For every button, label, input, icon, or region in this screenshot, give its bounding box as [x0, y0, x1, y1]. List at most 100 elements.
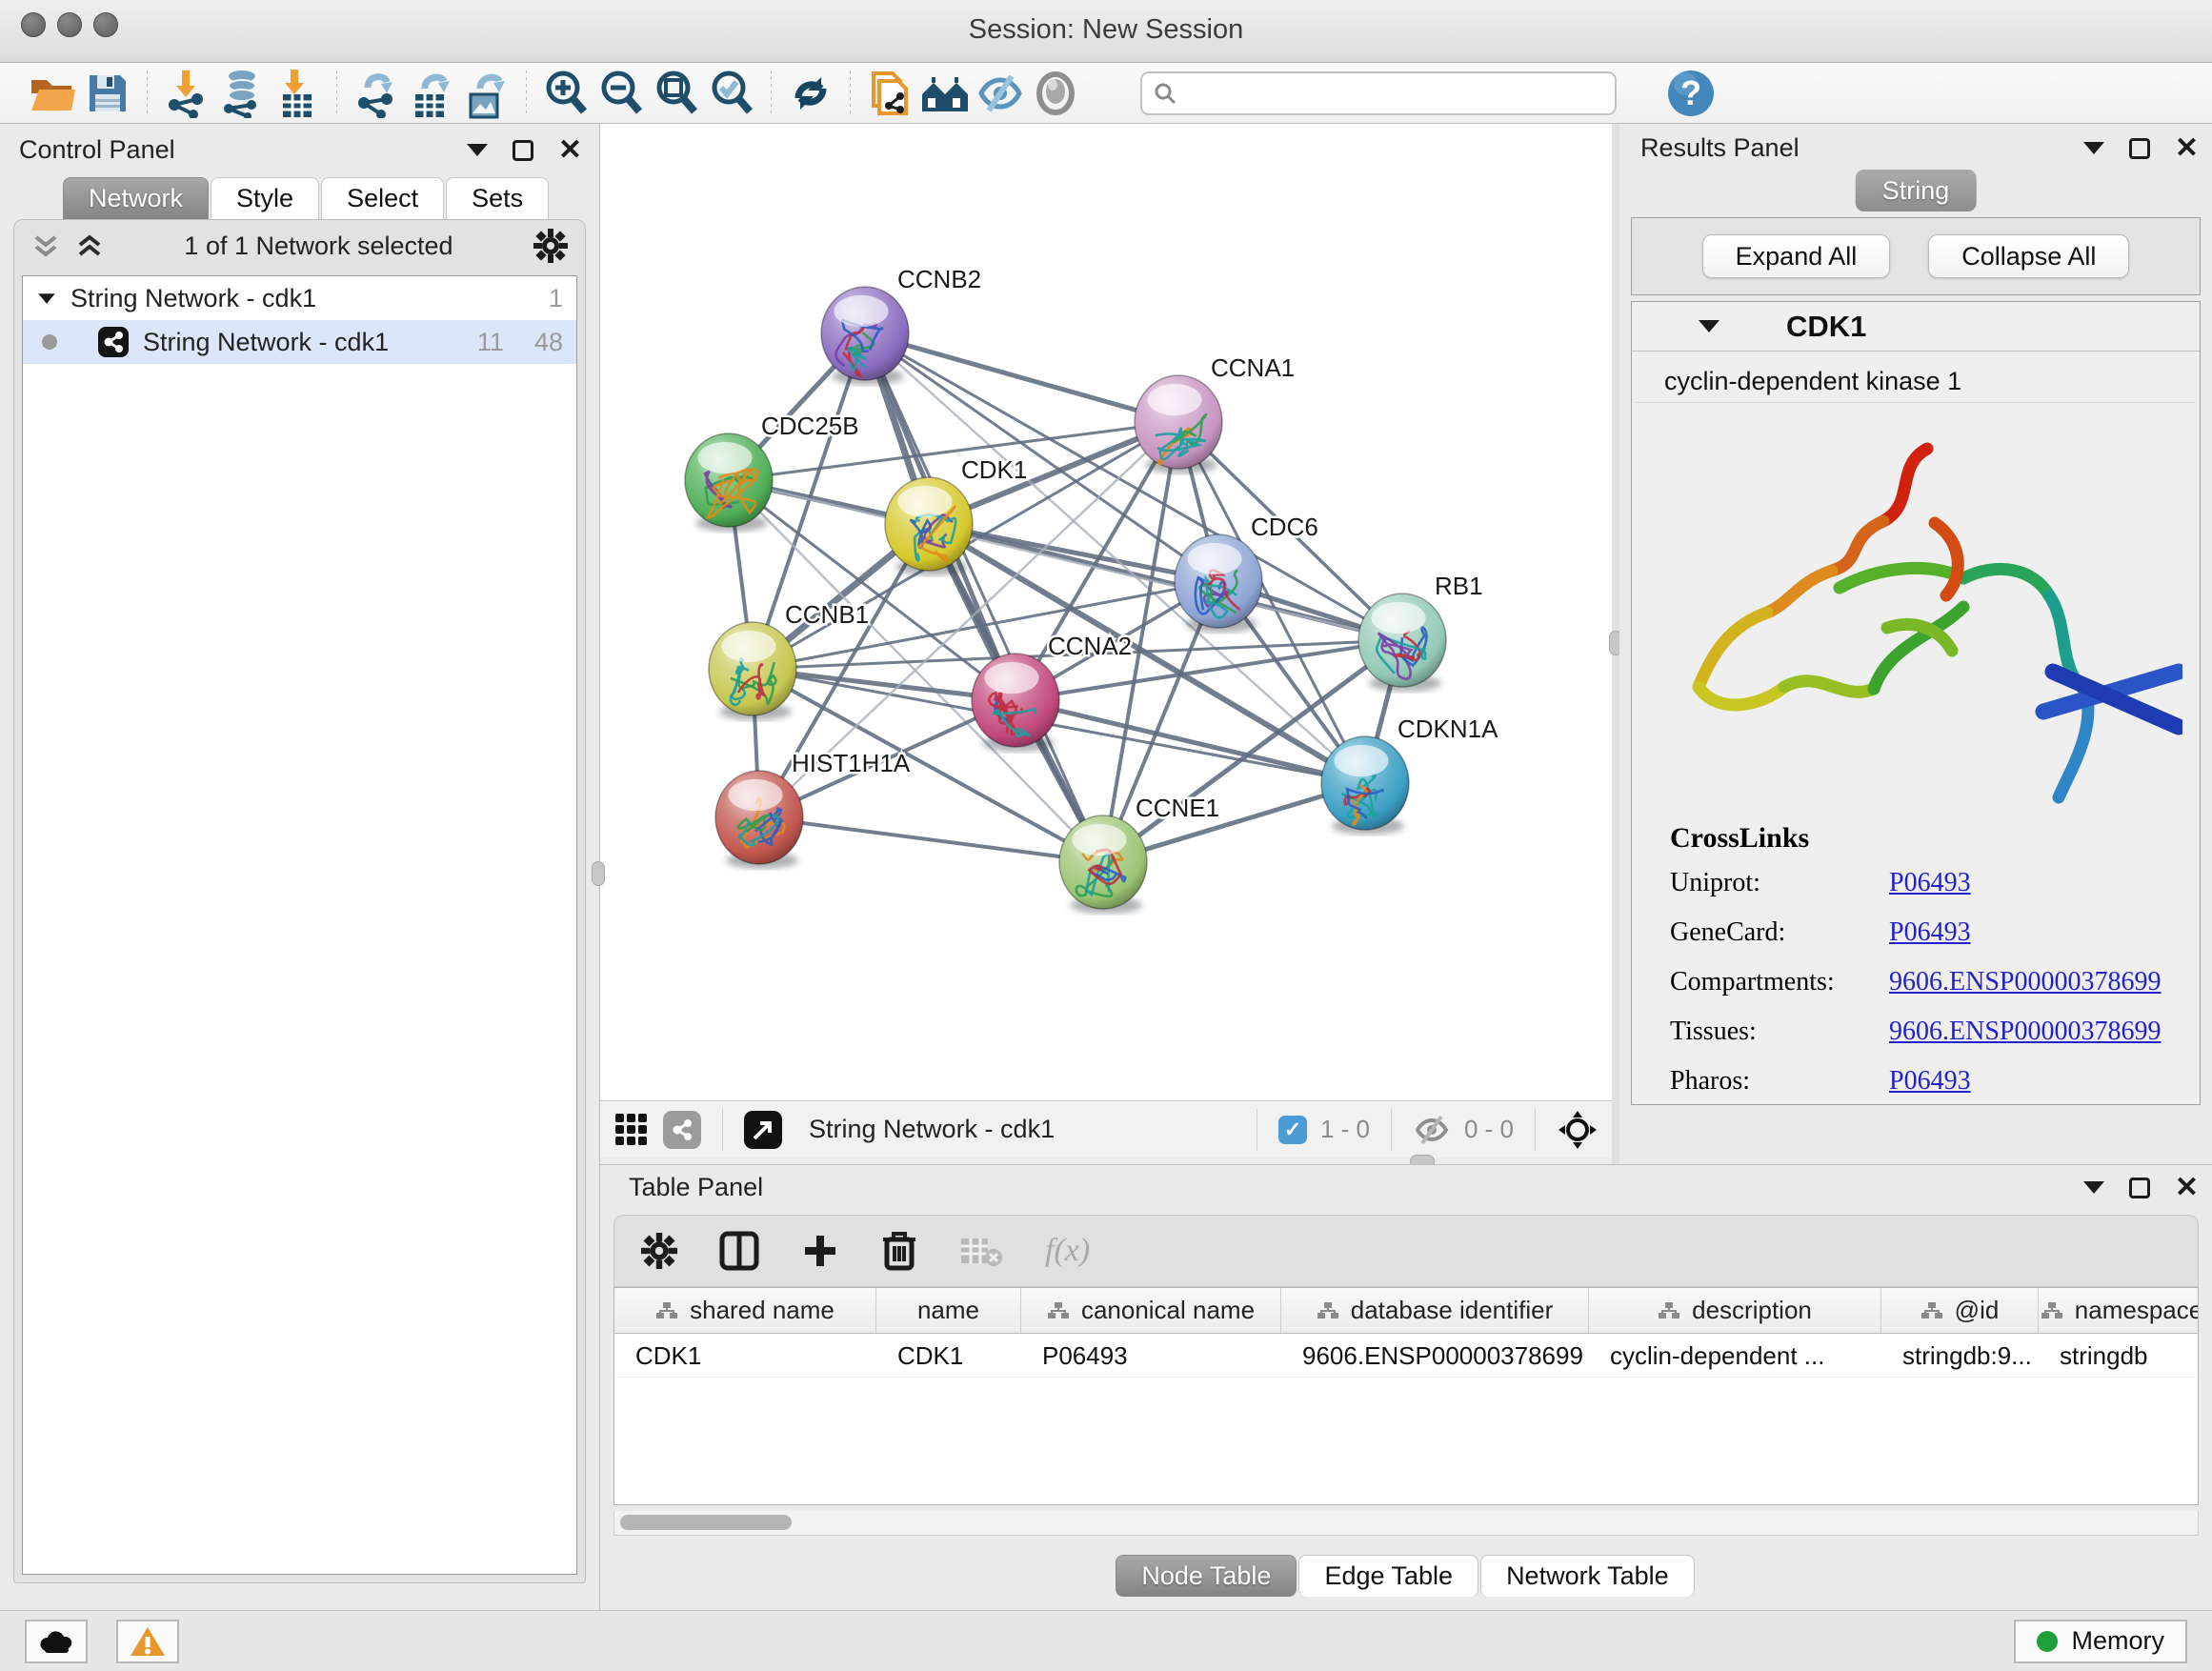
entry-expander-icon[interactable] [1699, 320, 1719, 332]
table-cell[interactable]: stringdb:9... [1881, 1334, 2039, 1377]
selected-checkbox-icon[interactable]: ✓ [1278, 1116, 1307, 1144]
tab-select[interactable]: Select [321, 177, 444, 219]
cloud-button[interactable] [25, 1620, 88, 1663]
open-folder-icon[interactable] [25, 68, 80, 119]
collapse-all-networks-icon[interactable] [31, 232, 60, 260]
edge-HIST1H1A-CCNE1[interactable] [759, 817, 1103, 862]
left-splitter-grip[interactable] [592, 861, 605, 886]
gear-icon[interactable] [641, 1233, 677, 1269]
column-header-shared-name[interactable]: shared name [614, 1288, 876, 1333]
expand-all-networks-icon[interactable] [75, 232, 104, 260]
column-header-canonical-name[interactable]: canonical name [1021, 1288, 1281, 1333]
save-icon[interactable] [80, 68, 135, 119]
column-header-name[interactable]: name [876, 1288, 1021, 1333]
panel-close-icon[interactable]: ✕ [2175, 1178, 2199, 1198]
tab-style[interactable]: Style [211, 177, 319, 219]
edge-CCNB2-CCNE1[interactable] [865, 333, 1103, 862]
node-CDKN1A[interactable] [1321, 736, 1409, 835]
import-network-icon[interactable] [159, 68, 214, 119]
table-horizontal-scrollbar[interactable] [613, 1511, 2199, 1536]
cloud-icon [37, 1628, 75, 1655]
tree-expander-icon[interactable] [38, 293, 55, 303]
network-canvas[interactable]: CCNB2CCNA1CDC25BCDK1CDC6RB1CCNB1CCNA2CDK… [600, 124, 1612, 1100]
node-CCNE1[interactable] [1059, 815, 1147, 914]
delete-column-icon[interactable] [881, 1230, 917, 1272]
tab-sets[interactable]: Sets [446, 177, 549, 219]
tab-network[interactable]: Network [63, 177, 209, 219]
warnings-button[interactable] [116, 1620, 179, 1663]
panel-close-icon[interactable]: ✕ [2175, 138, 2199, 159]
memory-button[interactable]: Memory [2014, 1620, 2187, 1663]
first-neighbors-icon[interactable] [917, 68, 973, 119]
refresh-layout-icon[interactable] [783, 68, 838, 119]
import-database-icon[interactable] [214, 68, 270, 119]
panel-close-icon[interactable]: ✕ [558, 140, 582, 161]
network-view-toolbar: String Network - cdk1 ✓ 1 - 0 0 - 0 [600, 1100, 1612, 1158]
panel-collapse-icon[interactable] [2083, 142, 2104, 154]
crosslink-link[interactable]: P06493 [1889, 917, 1971, 948]
import-table-icon[interactable] [270, 68, 325, 119]
birds-eye-grid-icon[interactable] [613, 1112, 650, 1148]
hidden-eye-icon[interactable] [1413, 1114, 1451, 1146]
tab-node-table[interactable]: Node Table [1116, 1555, 1297, 1597]
panel-float-icon[interactable] [2129, 138, 2150, 159]
table-cell[interactable]: CDK1 [614, 1334, 876, 1377]
table-row[interactable]: CDK1CDK1P064939606.ENSP00000378699cyclin… [614, 1334, 2198, 1378]
show-columns-icon[interactable] [719, 1231, 759, 1271]
column-header--id[interactable]: @id [1881, 1288, 2039, 1333]
network-row[interactable]: String Network - cdk1 11 48 [23, 320, 576, 364]
node-HIST1H1A[interactable] [715, 771, 803, 869]
graphics-details-icon[interactable] [1028, 68, 1083, 119]
search-input[interactable] [1140, 71, 1617, 115]
zoom-out-icon[interactable] [593, 68, 649, 119]
zoom-in-icon[interactable] [538, 68, 593, 119]
node-CCNB1[interactable] [709, 622, 796, 720]
panel-float-icon[interactable] [2129, 1178, 2150, 1198]
node-CCNB2[interactable] [821, 287, 909, 385]
table-cell[interactable]: cyclin-dependent ... [1589, 1334, 1881, 1377]
clone-network-icon[interactable] [862, 68, 917, 119]
table-cell[interactable]: CDK1 [876, 1334, 1021, 1377]
fit-crosshair-icon[interactable] [1557, 1109, 1599, 1151]
crosslink-link[interactable]: 9606.ENSP00000378699 [1889, 1017, 2161, 1047]
node-table[interactable]: shared namenamecanonical namedatabase id… [613, 1287, 2199, 1505]
crosslink-link[interactable]: P06493 [1889, 868, 1971, 898]
panel-collapse-icon[interactable] [2083, 1181, 2104, 1194]
control-panel-tabs: NetworkStyleSelectSets [63, 177, 551, 219]
node-CCNA1[interactable] [1135, 375, 1222, 473]
panel-float-icon[interactable] [513, 140, 533, 161]
zoom-selected-icon[interactable] [704, 68, 759, 119]
scrollbar-thumb[interactable] [620, 1515, 792, 1530]
add-column-icon[interactable] [801, 1232, 839, 1270]
node-CDC6[interactable] [1175, 534, 1262, 633]
tab-network-table[interactable]: Network Table [1480, 1555, 1695, 1597]
network-collection-row[interactable]: String Network - cdk1 1 [23, 276, 576, 320]
column-header-database-identifier[interactable]: database identifier [1281, 1288, 1589, 1333]
edge-CCNB2-CCNA1[interactable] [865, 333, 1178, 422]
table-cell[interactable]: P06493 [1021, 1334, 1281, 1377]
node-RB1[interactable] [1358, 594, 1446, 692]
node-details-card: CDK1 cyclin-dependent kinase 1 [1631, 301, 2201, 1105]
help-icon[interactable]: ? [1666, 69, 1716, 118]
export-network-icon[interactable] [349, 68, 404, 119]
export-image-icon[interactable] [459, 68, 514, 119]
column-header-description[interactable]: description [1589, 1288, 1881, 1333]
table-cell[interactable]: 9606.ENSP00000378699 [1281, 1334, 1589, 1377]
collapse-all-button[interactable]: Collapse All [1928, 234, 2129, 278]
panel-collapse-icon[interactable] [467, 144, 488, 156]
export-table-icon[interactable] [404, 68, 459, 119]
expand-all-button[interactable]: Expand All [1702, 234, 1891, 278]
table-cell[interactable]: stringdb [2039, 1334, 2199, 1377]
crosslink-link[interactable]: P06493 [1889, 1066, 1971, 1097]
node-CDC25B[interactable] [685, 433, 773, 532]
open-in-browser-icon[interactable] [744, 1111, 782, 1149]
node-label-RB1: RB1 [1435, 572, 1483, 600]
gear-icon[interactable] [533, 229, 568, 263]
tab-string[interactable]: String [1856, 170, 1977, 211]
column-header-namespace[interactable]: namespace [2039, 1288, 2199, 1333]
string-view-icon[interactable] [663, 1111, 701, 1149]
crosslink-link[interactable]: 9606.ENSP00000378699 [1889, 967, 2161, 997]
tab-edge-table[interactable]: Edge Table [1298, 1555, 1478, 1597]
hide-selected-icon[interactable] [973, 68, 1028, 119]
zoom-fit-icon[interactable] [649, 68, 704, 119]
